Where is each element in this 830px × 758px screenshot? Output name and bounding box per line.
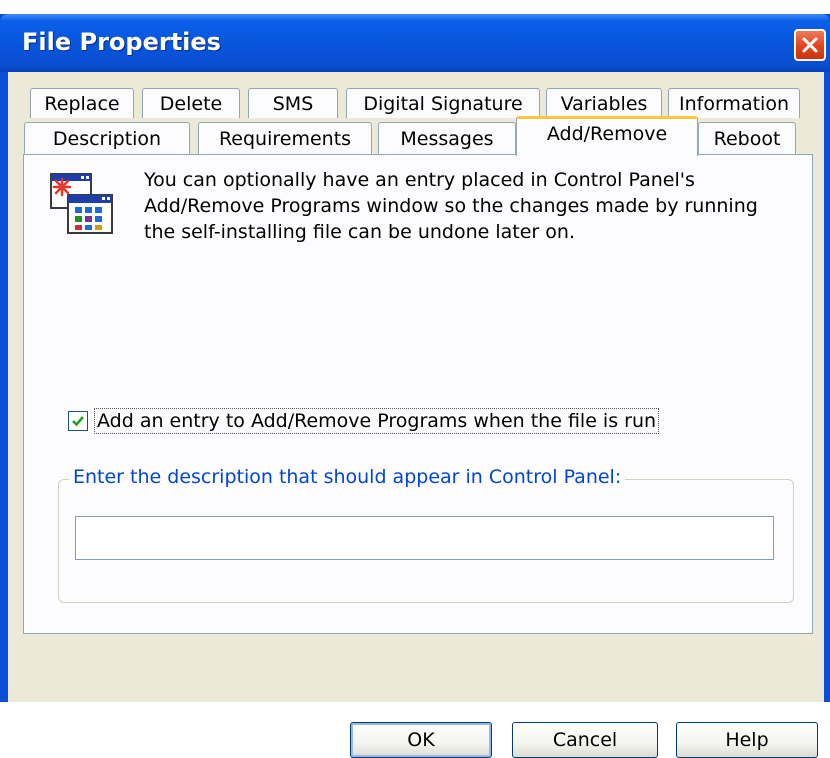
description-input[interactable] xyxy=(75,516,774,560)
add-entry-checkbox-label[interactable]: Add an entry to Add/Remove Programs when… xyxy=(94,408,660,434)
tab-delete[interactable]: Delete xyxy=(142,88,240,118)
dialog-body: Replace Delete SMS Digital Signature Var… xyxy=(8,72,824,758)
background-window-strip xyxy=(0,0,830,14)
tab-add-remove[interactable]: Add/Remove xyxy=(516,116,698,156)
close-button[interactable] xyxy=(794,29,826,61)
description-group-legend: Enter the description that should appear… xyxy=(69,466,626,488)
ok-button[interactable]: OK xyxy=(350,722,492,758)
intro-text: You can optionally have an entry placed … xyxy=(144,169,758,243)
tab-digital-signature[interactable]: Digital Signature xyxy=(346,88,540,118)
title-bar[interactable]: File Properties xyxy=(0,14,830,72)
help-button[interactable]: Help xyxy=(676,722,818,758)
file-properties-dialog: File Properties Replace Delete SMS Digit… xyxy=(0,14,830,758)
tab-variables[interactable]: Variables xyxy=(546,88,662,118)
cancel-button[interactable]: Cancel xyxy=(512,722,658,758)
close-icon xyxy=(802,37,818,53)
tab-description[interactable]: Description xyxy=(24,122,190,154)
tab-sms[interactable]: SMS xyxy=(248,88,338,118)
add-remove-panel: You can optionally have an entry placed … xyxy=(23,154,813,634)
checkmark-icon xyxy=(72,416,84,427)
description-groupbox: Enter the description that should appear… xyxy=(58,466,794,603)
tab-replace[interactable]: Replace xyxy=(30,88,134,118)
tab-reboot[interactable]: Reboot xyxy=(698,122,796,154)
add-remove-programs-icon xyxy=(50,173,114,241)
tab-requirements[interactable]: Requirements xyxy=(198,122,372,154)
add-entry-checkbox[interactable] xyxy=(68,411,88,431)
window-title: File Properties xyxy=(22,28,221,56)
tab-information[interactable]: Information xyxy=(668,88,800,118)
tab-messages[interactable]: Messages xyxy=(378,122,516,154)
background-window-title-fragment xyxy=(232,0,452,11)
